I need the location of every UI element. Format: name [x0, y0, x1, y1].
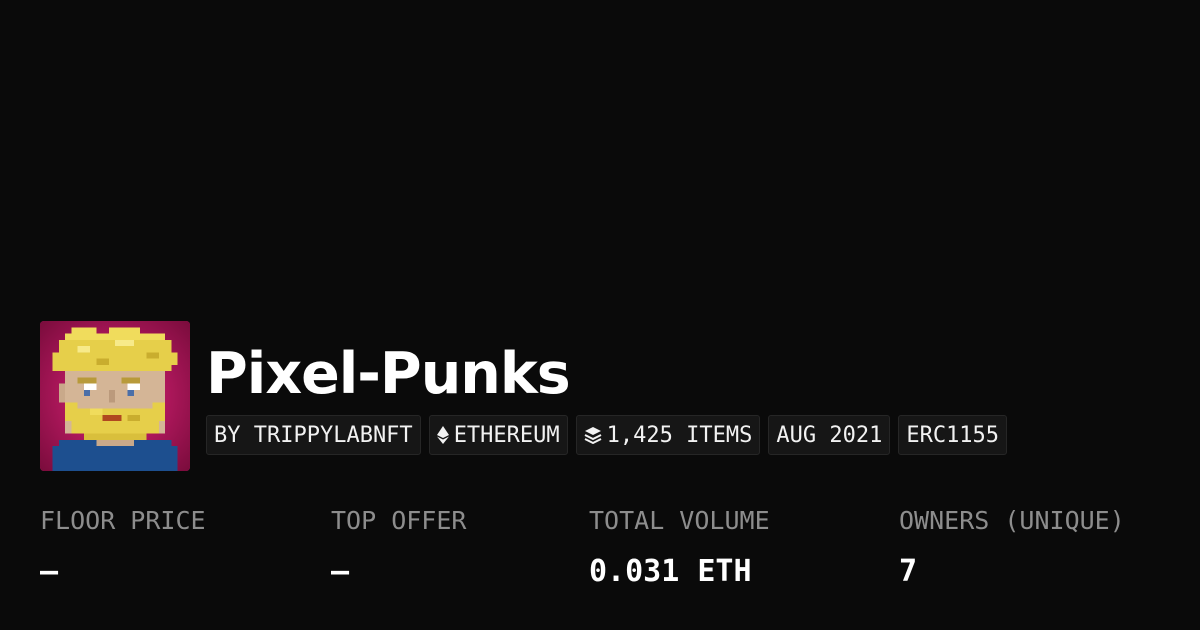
stat-value: 0.031 ETH	[589, 554, 752, 589]
items-tag[interactable]: 1,425 ITEMS	[575, 415, 761, 455]
stat-value: –	[331, 554, 350, 589]
pixel-punk-avatar-image	[40, 321, 190, 471]
stat-floor-price: FLOOR PRICE –	[40, 503, 206, 592]
collection-avatar	[40, 321, 190, 471]
creator-tag[interactable]: BY TRIPPYLABNFT	[206, 415, 421, 455]
stat-label: OWNERS (UNIQUE)	[899, 506, 1125, 535]
collection-tags: BY TRIPPYLABNFT ETHEREUM 1,425 ITEMS AUG…	[206, 415, 1008, 455]
standard-tag: ERC1155	[898, 415, 1008, 455]
collection-title: Pixel-Punks	[206, 341, 571, 407]
stat-top-offer: TOP OFFER –	[331, 503, 466, 592]
stat-value: –	[40, 554, 59, 589]
standard-label: ERC1155	[906, 422, 1000, 448]
creator-label: BY TRIPPYLABNFT	[214, 422, 413, 448]
date-label: AUG 2021	[776, 422, 883, 448]
ethereum-icon	[436, 426, 449, 444]
stat-owners: OWNERS (UNIQUE) 7	[899, 503, 1125, 592]
chain-tag[interactable]: ETHEREUM	[428, 415, 568, 455]
stat-label: TOTAL VOLUME	[589, 506, 770, 535]
stat-value: 7	[899, 554, 918, 589]
items-label: 1,425 ITEMS	[606, 422, 753, 448]
date-tag: AUG 2021	[768, 415, 891, 455]
stat-label: TOP OFFER	[331, 506, 467, 535]
collection-stats: FLOOR PRICE – TOP OFFER – TOTAL VOLUME 0…	[0, 503, 1200, 613]
chain-label: ETHEREUM	[453, 422, 560, 448]
stat-total-volume: TOTAL VOLUME 0.031 ETH	[589, 503, 770, 592]
layers-icon	[584, 426, 602, 444]
stat-label: FLOOR PRICE	[40, 506, 206, 535]
